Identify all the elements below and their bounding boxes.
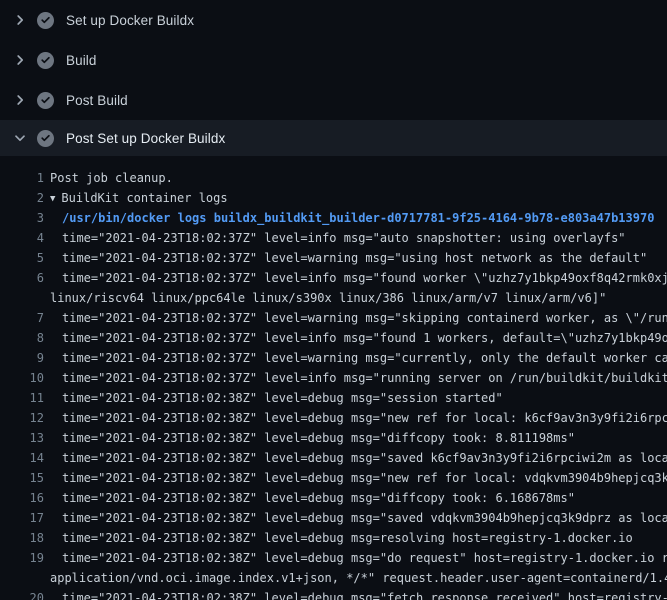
log-line: 5time="2021-04-23T18:02:37Z" level=warni…	[0, 248, 667, 268]
log-line: 2 ▼ BuildKit container logs	[0, 188, 667, 208]
check-circle-icon	[37, 12, 54, 29]
log-line: 3/usr/bin/docker logs buildx_buildkit_bu…	[0, 208, 667, 228]
step-row-set-up-docker-buildx[interactable]: Set up Docker Buildx	[0, 0, 667, 40]
chevron-right-icon	[12, 52, 28, 68]
line-number[interactable]: 9	[0, 348, 44, 368]
log-line: 4time="2021-04-23T18:02:37Z" level=info …	[0, 228, 667, 248]
log-text: time="2021-04-23T18:02:38Z" level=debug …	[44, 528, 633, 548]
check-circle-icon	[37, 92, 54, 109]
line-number[interactable]: 6	[0, 268, 44, 288]
log-text: time="2021-04-23T18:02:38Z" level=debug …	[44, 408, 667, 428]
line-number[interactable]: 16	[0, 488, 44, 508]
line-number[interactable]: 10	[0, 368, 44, 388]
line-number[interactable]: 19	[0, 548, 44, 568]
log-text: time="2021-04-23T18:02:38Z" level=debug …	[44, 388, 503, 408]
log-text: linux/riscv64 linux/ppc64le linux/s390x …	[44, 288, 606, 308]
line-number[interactable]: 2	[0, 188, 44, 208]
line-number[interactable]: 1	[0, 168, 44, 188]
step-label: Build	[66, 53, 97, 68]
line-number[interactable]: 7	[0, 308, 44, 328]
log-line: 17time="2021-04-23T18:02:38Z" level=debu…	[0, 508, 667, 528]
line-number[interactable]: 12	[0, 408, 44, 428]
log-command-text: /usr/bin/docker logs buildx_buildkit_bui…	[44, 208, 654, 228]
step-row-build[interactable]: Build	[0, 40, 667, 80]
log-line: 16time="2021-04-23T18:02:38Z" level=debu…	[0, 488, 667, 508]
line-number	[0, 288, 44, 308]
log-text: Post job cleanup.	[44, 168, 173, 188]
log-text: time="2021-04-23T18:02:37Z" level=warnin…	[44, 348, 667, 368]
steps-list: Set up Docker Buildx Build Post Build Post …	[0, 0, 667, 156]
log-line: 10time="2021-04-23T18:02:37Z" level=info…	[0, 368, 667, 388]
log-text: time="2021-04-23T18:02:38Z" level=debug …	[44, 548, 667, 568]
line-number[interactable]: 15	[0, 468, 44, 488]
group-collapse-icon[interactable]: ▼	[50, 189, 55, 209]
log-text: time="2021-04-23T18:02:37Z" level=info m…	[44, 328, 667, 348]
log-line: 15time="2021-04-23T18:02:38Z" level=debu…	[0, 468, 667, 488]
line-number[interactable]: 4	[0, 228, 44, 248]
step-row-post-set-up-docker-buildx[interactable]: Post Set up Docker Buildx	[0, 120, 667, 156]
line-number[interactable]: 13	[0, 428, 44, 448]
log-text: time="2021-04-23T18:02:38Z" level=debug …	[44, 588, 667, 600]
check-circle-icon	[37, 52, 54, 69]
log-text: time="2021-04-23T18:02:37Z" level=info m…	[44, 228, 626, 248]
log-line: 1Post job cleanup.	[0, 168, 667, 188]
check-circle-icon	[37, 130, 54, 147]
log-text: time="2021-04-23T18:02:37Z" level=info m…	[44, 268, 667, 288]
log-line: 6time="2021-04-23T18:02:37Z" level=info …	[0, 268, 667, 288]
log-line: 8time="2021-04-23T18:02:37Z" level=info …	[0, 328, 667, 348]
step-label: Post Build	[66, 93, 128, 108]
log-line-continuation: linux/riscv64 linux/ppc64le linux/s390x …	[0, 288, 667, 308]
line-number[interactable]: 14	[0, 448, 44, 468]
log-text: time="2021-04-23T18:02:37Z" level=warnin…	[44, 248, 647, 268]
line-number[interactable]: 8	[0, 328, 44, 348]
log-line: 9time="2021-04-23T18:02:37Z" level=warni…	[0, 348, 667, 368]
log-text: time="2021-04-23T18:02:37Z" level=warnin…	[44, 308, 667, 328]
log-view: 1Post job cleanup.2 ▼ BuildKit container l…	[0, 156, 667, 600]
line-number[interactable]: 5	[0, 248, 44, 268]
line-number[interactable]: 18	[0, 528, 44, 548]
log-text: time="2021-04-23T18:02:38Z" level=debug …	[44, 428, 575, 448]
log-text: time="2021-04-23T18:02:37Z" level=info m…	[44, 368, 667, 388]
line-number	[0, 568, 44, 588]
chevron-down-icon	[12, 130, 28, 146]
log-text: time="2021-04-23T18:02:38Z" level=debug …	[44, 468, 667, 488]
log-line: 7time="2021-04-23T18:02:37Z" level=warni…	[0, 308, 667, 328]
line-number[interactable]: 20	[0, 588, 44, 600]
log-line: 20time="2021-04-23T18:02:38Z" level=debu…	[0, 588, 667, 600]
log-line: 12time="2021-04-23T18:02:38Z" level=debu…	[0, 408, 667, 428]
log-line: 13time="2021-04-23T18:02:38Z" level=debu…	[0, 428, 667, 448]
log-text: time="2021-04-23T18:02:38Z" level=debug …	[44, 508, 667, 528]
chevron-right-icon	[12, 92, 28, 108]
line-number[interactable]: 3	[0, 208, 44, 228]
log-line: 19time="2021-04-23T18:02:38Z" level=debu…	[0, 548, 667, 568]
log-line: 18time="2021-04-23T18:02:38Z" level=debu…	[0, 528, 667, 548]
log-line: 11time="2021-04-23T18:02:38Z" level=debu…	[0, 388, 667, 408]
log-text: application/vnd.oci.image.index.v1+json,…	[44, 568, 667, 588]
chevron-right-icon	[12, 12, 28, 28]
log-group-header: ▼ BuildKit container logs	[44, 188, 228, 208]
log-group-label[interactable]: BuildKit container logs	[61, 191, 227, 205]
step-label: Set up Docker Buildx	[66, 13, 194, 28]
step-row-post-build[interactable]: Post Build	[0, 80, 667, 120]
log-text: time="2021-04-23T18:02:38Z" level=debug …	[44, 488, 575, 508]
log-line: 14time="2021-04-23T18:02:38Z" level=debu…	[0, 448, 667, 468]
log-line-continuation: application/vnd.oci.image.index.v1+json,…	[0, 568, 667, 588]
step-label: Post Set up Docker Buildx	[66, 131, 225, 146]
line-number[interactable]: 17	[0, 508, 44, 528]
log-text: time="2021-04-23T18:02:38Z" level=debug …	[44, 448, 667, 468]
line-number[interactable]: 11	[0, 388, 44, 408]
